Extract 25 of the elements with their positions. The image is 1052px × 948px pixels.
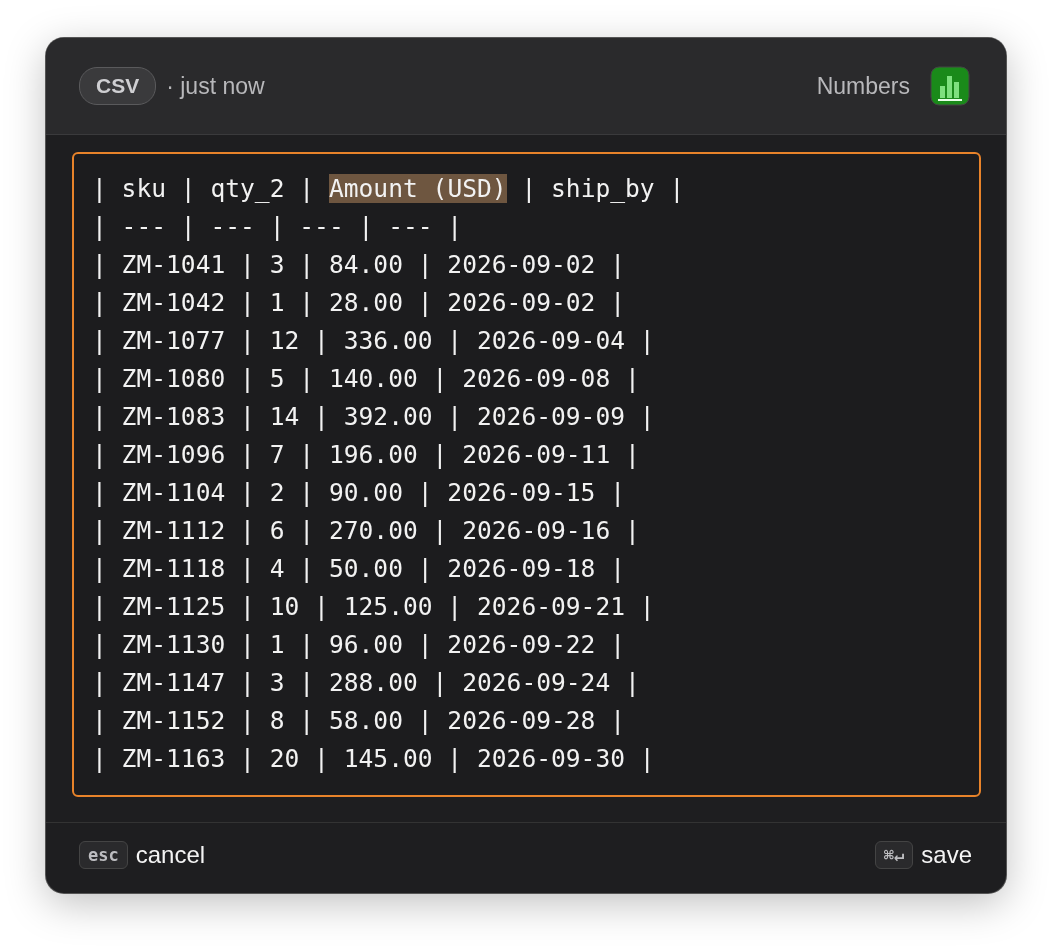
code-line: | ZM-1077 | 12 | 336.00 | 2026-09-04 | [92,325,656,357]
keyboard-key: ⌘↵ [874,841,914,869]
timestamp: · just now [166,72,265,100]
text-editor[interactable] [72,152,981,797]
code-line: | ZM-1041 | 3 | 84.00 | 2026-09-02 | [92,249,627,281]
bar-chart-app-icon [930,66,970,106]
save-label[interactable]: save [921,841,972,869]
code-line: | ZM-1083 | 14 | 392.00 | 2026-09-09 | [92,401,656,433]
code-line: | ZM-1163 | 20 | 145.00 | 2026-09-30 | [92,743,656,775]
code-line: | ZM-1080 | 5 | 140.00 | 2026-09-08 | [92,363,641,395]
code-line: | --- | --- | --- | --- | [92,211,464,243]
cancel-label[interactable]: cancel [135,841,206,869]
code-line: | sku | qty_2 | Amount (USD) | ship_by | [92,173,686,205]
code-line: | ZM-1112 | 6 | 270.00 | 2026-09-16 | [92,515,641,547]
code-line: | ZM-1125 | 10 | 125.00 | 2026-09-21 | [92,591,656,623]
code-line: | ZM-1130 | 1 | 96.00 | 2026-09-22 | [92,629,627,661]
code-line: | ZM-1152 | 8 | 58.00 | 2026-09-28 | [92,705,627,737]
format-badge: CSV [79,67,157,105]
code-line: | ZM-1147 | 3 | 288.00 | 2026-09-24 | [92,667,641,699]
code-line: | ZM-1042 | 1 | 28.00 | 2026-09-02 | [92,287,627,319]
code-line: | ZM-1104 | 2 | 90.00 | 2026-09-15 | [92,477,627,509]
code-line: | ZM-1118 | 4 | 50.00 | 2026-09-18 | [92,553,627,585]
keyboard-key: esc [79,841,128,869]
code-line: | ZM-1096 | 7 | 196.00 | 2026-09-11 | [92,439,641,471]
app-name: Numbers [816,72,910,100]
